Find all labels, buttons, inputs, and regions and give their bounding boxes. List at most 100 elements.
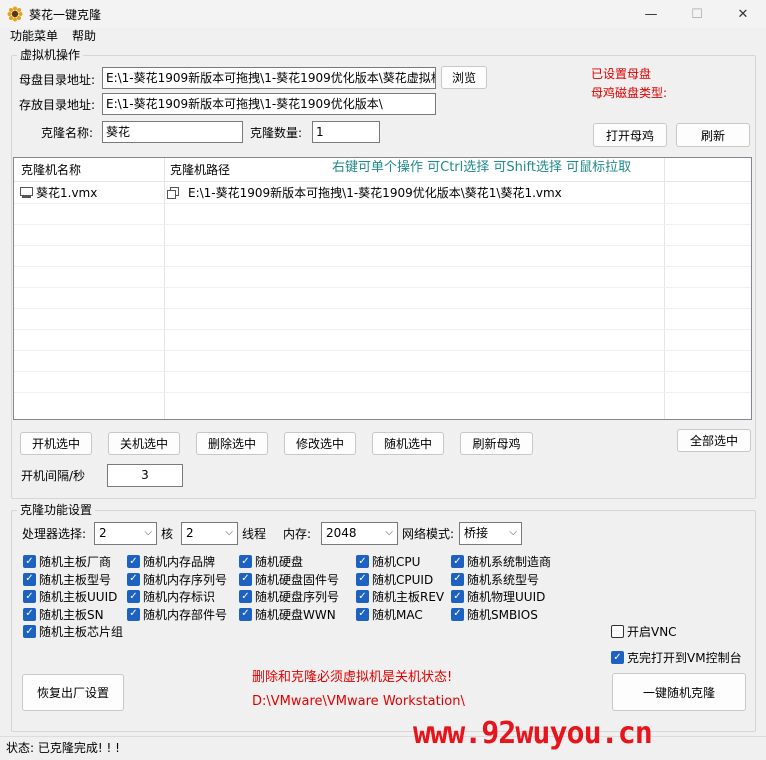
random-board-model-checkbox[interactable]: 随机主板型号 (23, 571, 123, 589)
menu-bar (0, 28, 766, 46)
random-memory-part-checkbox[interactable]: 随机内存部件号 (127, 606, 227, 624)
checkbox-checked-icon (356, 572, 369, 586)
random-disk-wwn-checkbox[interactable]: 随机硬盘WWN (239, 606, 339, 624)
select-all-button[interactable]: 全部选中 (677, 429, 751, 452)
store-dir-label: 存放目录地址: (19, 98, 96, 112)
random-sys-vendor-checkbox[interactable]: 随机系统制造商 (451, 553, 551, 571)
checkbox-checked-icon (239, 572, 252, 586)
checkbox-label: 随机物理UUID (467, 590, 546, 605)
random-board-sn-checkbox[interactable]: 随机主板SN (23, 606, 123, 624)
clone-settings-group-title: 克隆功能设置 (17, 503, 96, 517)
random-sys-model-checkbox[interactable]: 随机系统型号 (451, 571, 551, 589)
random-mac-checkbox[interactable]: 随机MAC (356, 606, 444, 624)
open-console-checkbox[interactable]: 克完打开到VM控制台 (611, 649, 742, 666)
random-memory-brand-checkbox[interactable]: 随机内存品牌 (127, 553, 227, 571)
warning-text: 删除和克隆必须虚拟机是关机状态! (252, 670, 453, 685)
network-select[interactable]: 桥接 ⌵ (459, 522, 522, 545)
random-board-uuid-checkbox[interactable]: 随机主板UUID (23, 588, 123, 606)
checkbox-checked-icon (239, 607, 252, 621)
menu-help[interactable]: 帮助 (70, 28, 98, 44)
checkbox-label: 随机主板芯片组 (39, 625, 124, 640)
memory-select[interactable]: 2048 ⌵ (321, 522, 398, 545)
stop-selected-button[interactable]: 关机选中 (108, 432, 180, 455)
open-parent-button[interactable]: 打开母鸡 (593, 123, 667, 147)
checkbox-checked-icon (23, 555, 36, 569)
table-row[interactable]: 葵花1.vmx E:\1-葵花1909新版本可拖拽\1-葵花1909优化版本\葵… (14, 183, 751, 203)
minimize-button[interactable]: — (628, 0, 674, 28)
one-click-clone-button[interactable]: 一键随机克隆 (612, 673, 746, 711)
clone-name-input[interactable]: 葵花 (102, 121, 243, 143)
checkbox-label: 随机CPUID (372, 572, 434, 587)
random-disk-checkbox[interactable]: 随机硬盘 (239, 553, 339, 571)
checkbox-checked-icon (451, 572, 464, 586)
row-line (14, 392, 751, 393)
random-memory-id-checkbox[interactable]: 随机内存标识 (127, 588, 227, 606)
column-header-name[interactable]: 克隆机名称 (21, 162, 81, 178)
row-line (14, 371, 751, 372)
network-label: 网络模式: (402, 527, 455, 541)
clone-name-label: 克隆名称: (41, 126, 94, 140)
checkbox-checked-icon (23, 607, 36, 621)
checkbox-checked-icon (23, 572, 36, 586)
thread-select[interactable]: 2 ⌵ (181, 522, 238, 545)
random-memory-serial-checkbox[interactable]: 随机内存序列号 (127, 571, 227, 589)
checkbox-checked-icon (127, 607, 140, 621)
checkbox-column-3: 随机硬盘 随机硬盘固件号 随机硬盘序列号 随机硬盘WWN (239, 553, 339, 623)
refresh-button[interactable]: 刷新 (676, 123, 750, 147)
maximize-button[interactable]: ☐ (674, 0, 720, 28)
store-dir-input[interactable]: E:\1-葵花1909新版本可拖拽\1-葵花1909优化版本\ (102, 93, 436, 115)
row-line (14, 308, 751, 309)
row-line (14, 203, 751, 204)
thread-label: 线程 (242, 527, 267, 541)
parent-set-text: 已设置母盘 (591, 67, 652, 81)
interval-input[interactable]: 3 (107, 464, 183, 487)
random-selected-button[interactable]: 随机选中 (372, 432, 444, 455)
delete-selected-button[interactable]: 删除选中 (196, 432, 268, 455)
random-disk-firmware-checkbox[interactable]: 随机硬盘固件号 (239, 571, 339, 589)
checkbox-label: 随机主板型号 (39, 572, 112, 587)
close-button[interactable]: ✕ (720, 0, 766, 28)
random-cpu-checkbox[interactable]: 随机CPU (356, 553, 444, 571)
checkbox-checked-icon (127, 555, 140, 569)
sunflower-icon (7, 6, 23, 22)
checkbox-column-5: 随机系统制造商 随机系统型号 随机物理UUID 随机SMBIOS (451, 553, 551, 623)
modify-selected-button[interactable]: 修改选中 (284, 432, 356, 455)
refresh-parent-button[interactable]: 刷新母鸡 (460, 432, 533, 455)
random-board-vendor-checkbox[interactable]: 随机主板厂商 (23, 553, 123, 571)
start-selected-button[interactable]: 开机选中 (20, 432, 92, 455)
random-board-rev-checkbox[interactable]: 随机主板REV (356, 588, 444, 606)
random-physical-uuid-checkbox[interactable]: 随机物理UUID (451, 588, 551, 606)
row-line (14, 287, 751, 288)
checkbox-checked-icon (356, 555, 369, 569)
clone-count-input[interactable]: 1 (312, 121, 380, 143)
checkbox-label: 随机内存部件号 (143, 607, 228, 622)
random-disk-serial-checkbox[interactable]: 随机硬盘序列号 (239, 588, 339, 606)
random-cpuid-checkbox[interactable]: 随机CPUID (356, 571, 444, 589)
thread-select-value: 2 (186, 526, 194, 540)
restore-defaults-button[interactable]: 恢复出厂设置 (22, 674, 124, 711)
browse-button[interactable]: 浏览 (441, 66, 487, 89)
vm-list[interactable]: 克隆机名称 克隆机路径 右键可单个操作 可Ctrl选择 可Shift选择 可鼠标… (13, 157, 752, 420)
checkbox-label: 随机SMBIOS (467, 607, 538, 622)
cpu-select[interactable]: 2 ⌵ (94, 522, 157, 545)
vm-row-name: 葵花1.vmx (36, 186, 98, 200)
cpu-select-value: 2 (99, 526, 107, 540)
disk-type-text: 母鸡磁盘类型: (591, 86, 668, 100)
list-hint-text: 右键可单个操作 可Ctrl选择 可Shift选择 可鼠标拉取 (332, 160, 632, 175)
checkbox-checked-icon (23, 625, 36, 639)
vnc-checkbox[interactable]: 开启VNC (611, 623, 677, 640)
column-header-path[interactable]: 克隆机路径 (170, 162, 230, 178)
chevron-down-icon: ⌵ (509, 527, 517, 538)
checkbox-label: 随机内存序列号 (143, 572, 228, 587)
checkbox-column-1: 随机主板厂商 随机主板型号 随机主板UUID 随机主板SN 随机主板芯片组 (23, 553, 123, 641)
vm-row-path: E:\1-葵花1909新版本可拖拽\1-葵花1909优化版本\葵花1\葵花1.v… (188, 186, 562, 200)
checkbox-label: 随机主板厂商 (39, 555, 112, 570)
parent-dir-input[interactable]: E:\1-葵花1909新版本可拖拽\1-葵花1909优化版本\葵花虚拟机\葵花1… (102, 67, 436, 89)
clone-count-label: 克隆数量: (250, 126, 303, 140)
menu-function[interactable]: 功能菜单 (8, 28, 60, 44)
checkbox-label: 随机CPU (372, 555, 421, 570)
watermark-text: www.92wuyou.cn (413, 716, 653, 751)
random-smbios-checkbox[interactable]: 随机SMBIOS (451, 606, 551, 624)
checkbox-label: 随机内存品牌 (143, 555, 216, 570)
random-board-chipset-checkbox[interactable]: 随机主板芯片组 (23, 623, 123, 641)
